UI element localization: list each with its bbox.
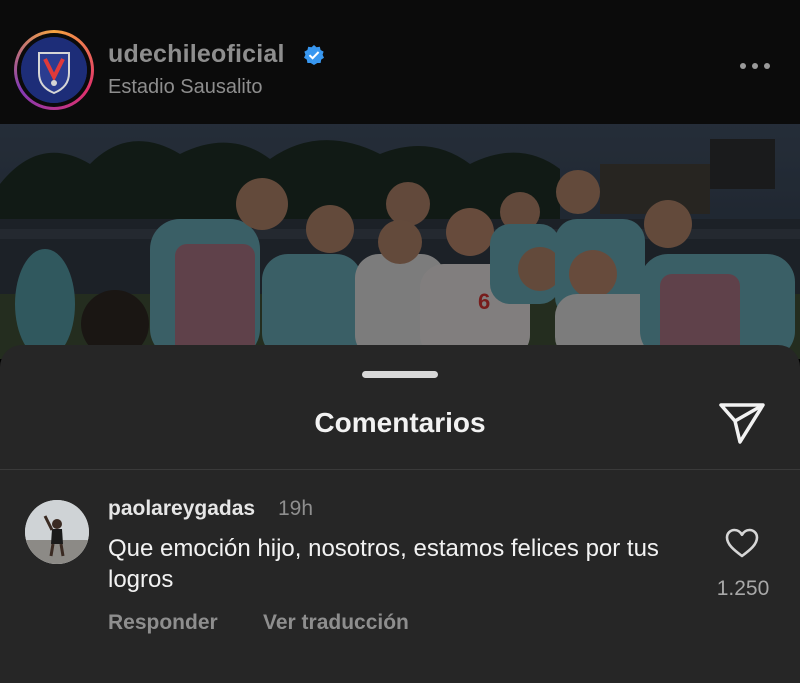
comment-username[interactable]: paolareygadas — [108, 497, 255, 521]
verified-badge-icon — [304, 45, 324, 65]
account-avatar[interactable] — [14, 30, 94, 110]
comments-title: Comentarios — [314, 407, 486, 438]
sheet-drag-handle[interactable] — [362, 371, 438, 378]
club-logo — [21, 37, 87, 103]
comments-sheet: Comentarios paolareygadas 19h Que emoció… — [0, 345, 800, 683]
more-options-icon[interactable] — [738, 56, 772, 76]
sheet-divider — [0, 469, 800, 470]
send-icon[interactable] — [718, 401, 766, 445]
post-location[interactable]: Estadio Sausalito — [108, 76, 263, 99]
account-username[interactable]: udechileoficial — [108, 40, 285, 69]
comment-text: Que emoción hijo, nosotros, estamos feli… — [108, 535, 659, 593]
comment-timestamp: 19h — [278, 497, 314, 520]
see-translation-button[interactable]: Ver traducción — [263, 611, 409, 635]
heart-icon[interactable] — [724, 527, 760, 559]
post-photo: 6 — [0, 124, 800, 359]
reply-button[interactable]: Responder — [108, 611, 218, 635]
post-header: udechileoficial Estadio Sausalito — [0, 0, 800, 124]
comment-avatar[interactable] — [25, 500, 89, 564]
like-count: 1.250 — [716, 577, 770, 600]
